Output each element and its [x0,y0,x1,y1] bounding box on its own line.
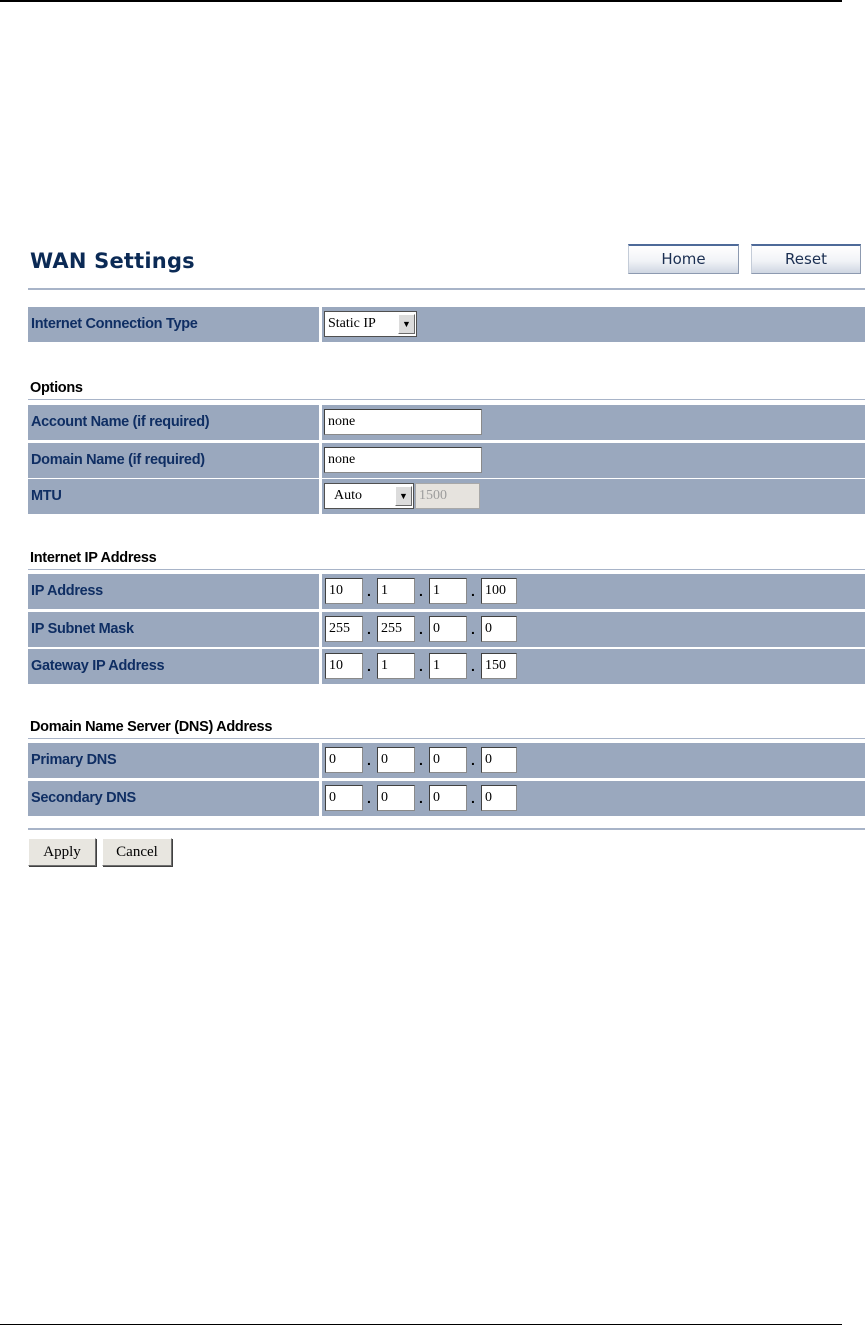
secondary-dns-octet-1[interactable]: 0 [325,785,363,811]
account-name-row: Account Name (if required) none [28,405,865,440]
ip-address-label: IP Address [31,583,103,599]
gateway-octet-4[interactable]: 150 [481,653,517,679]
mtu-row: MTU Auto ▼ 1500 [28,479,865,514]
gateway-octet-3[interactable]: 1 [429,653,467,679]
title-divider [28,288,865,290]
primary-dns-octet-2[interactable]: 0 [377,747,415,773]
ip-address-octet-3[interactable]: 1 [429,578,467,604]
connection-type-value: Static IP [328,316,376,331]
cancel-button[interactable]: Cancel [102,838,172,866]
apply-button[interactable]: Apply [28,838,96,866]
primary-dns-octet-3[interactable]: 0 [429,747,467,773]
connection-type-select[interactable]: Static IP ▼ [324,311,417,337]
subnet-mask-row: IP Subnet Mask 255 . 255 . 0 . 0 [28,612,865,647]
internet-ip-heading: Internet IP Address [30,550,157,566]
mtu-mode-select[interactable]: Auto ▼ [324,483,414,509]
gateway-label: Gateway IP Address [31,658,165,674]
subnet-mask-octet-3[interactable]: 0 [429,616,467,642]
mtu-mode-value: Auto [334,488,362,503]
primary-dns-row: Primary DNS 0 . 0 . 0 . 0 [28,743,865,778]
ip-address-octet-4[interactable]: 100 [481,578,517,604]
primary-dns-octet-1[interactable]: 0 [325,747,363,773]
home-button[interactable]: Home [628,244,739,274]
reset-button[interactable]: Reset [751,244,861,274]
primary-dns-label: Primary DNS [31,752,117,768]
secondary-dns-octet-3[interactable]: 0 [429,785,467,811]
mtu-value-input[interactable]: 1500 [415,483,480,509]
mtu-label: MTU [31,488,62,504]
secondary-dns-label: Secondary DNS [31,790,136,806]
connection-type-label: Internet Connection Type [31,316,198,332]
subnet-mask-octet-4[interactable]: 0 [481,616,517,642]
secondary-dns-octet-4[interactable]: 0 [481,785,517,811]
domain-name-label: Domain Name (if required) [31,452,205,468]
account-name-label: Account Name (if required) [31,414,210,430]
domain-name-input[interactable]: none [324,447,482,473]
domain-name-row: Domain Name (if required) none [28,443,865,478]
connection-type-row: Internet Connection Type Static IP ▼ [28,307,865,342]
chevron-down-icon: ▼ [398,314,415,334]
chevron-down-icon: ▼ [395,486,412,506]
gateway-octet-2[interactable]: 1 [377,653,415,679]
dns-heading: Domain Name Server (DNS) Address [30,719,273,735]
page-top-rule [0,0,842,2]
primary-dns-octet-4[interactable]: 0 [481,747,517,773]
form-bottom-divider [28,828,865,830]
ip-address-row: IP Address 10 . 1 . 1 . 100 [28,574,865,609]
secondary-dns-octet-2[interactable]: 0 [377,785,415,811]
subnet-mask-label: IP Subnet Mask [31,621,134,637]
account-name-input[interactable]: none [324,409,482,435]
ip-address-octet-2[interactable]: 1 [377,578,415,604]
secondary-dns-row: Secondary DNS 0 . 0 . 0 . 0 [28,781,865,816]
subnet-mask-octet-1[interactable]: 255 [325,616,363,642]
options-heading: Options [30,380,83,396]
gateway-row: Gateway IP Address 10 . 1 . 1 . 150 [28,649,865,684]
page-bottom-rule [0,1324,842,1325]
gateway-octet-1[interactable]: 10 [325,653,363,679]
page-title: WAN Settings [30,249,195,273]
ip-address-octet-1[interactable]: 10 [325,578,363,604]
subnet-mask-octet-2[interactable]: 255 [377,616,415,642]
